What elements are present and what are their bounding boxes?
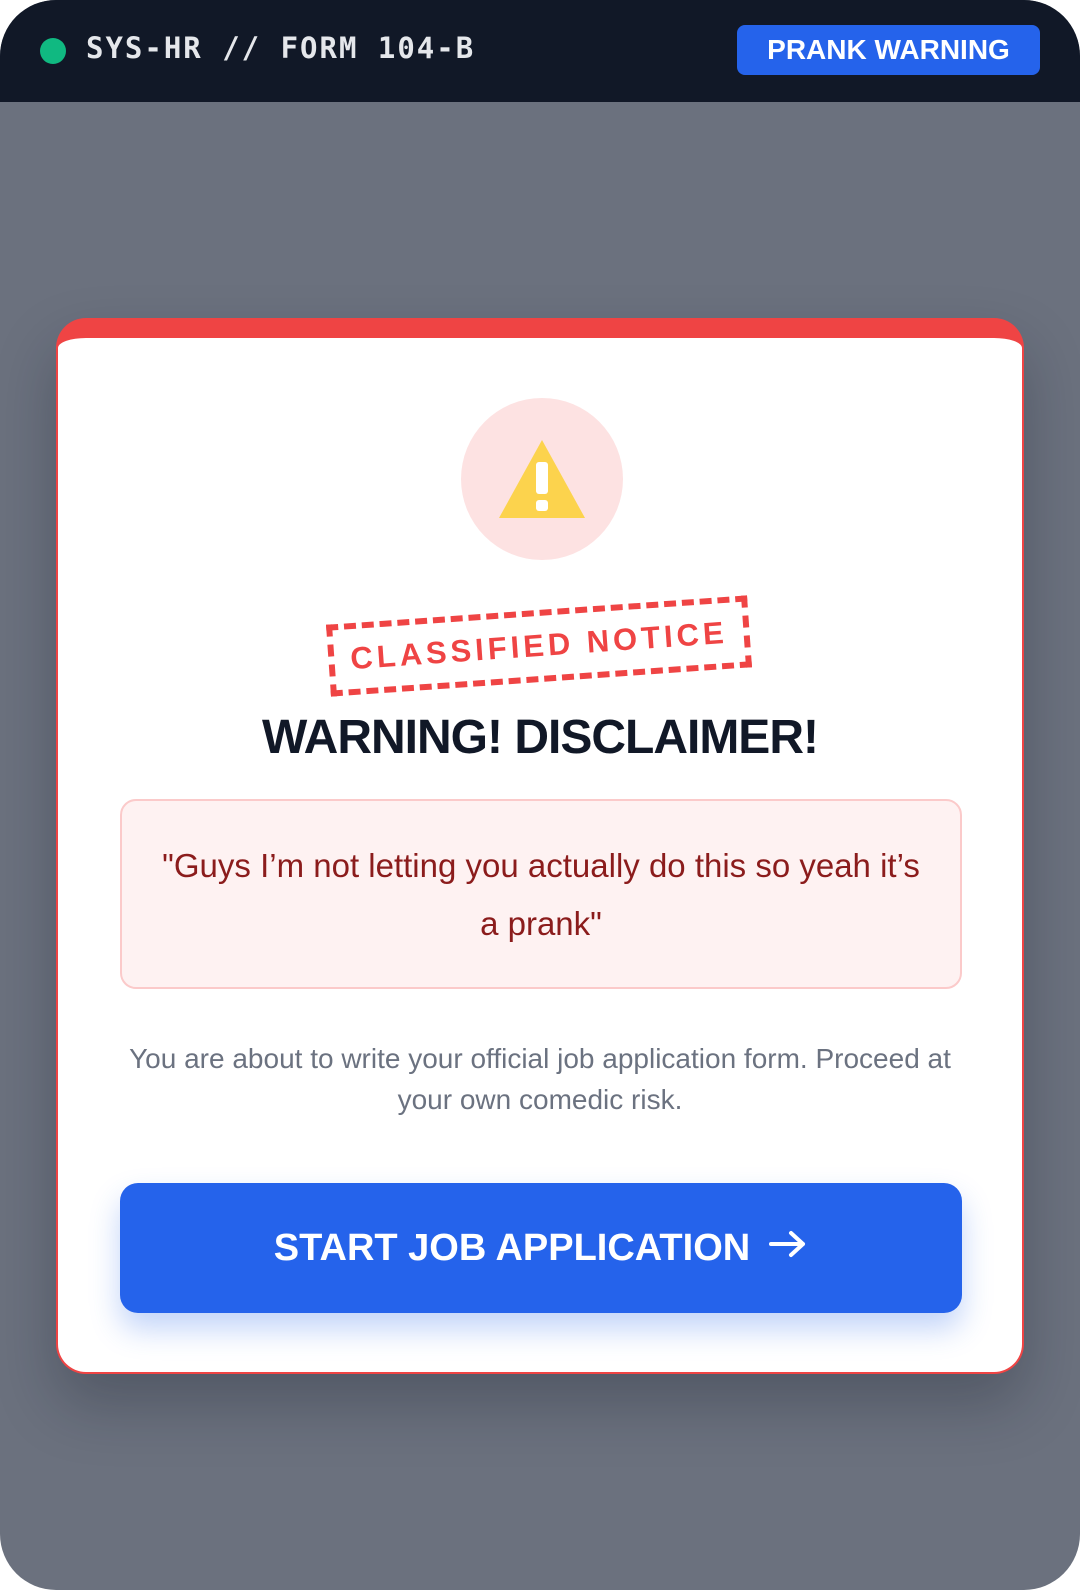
- warning-triangle-icon: [499, 440, 585, 518]
- warning-icon-circle: [461, 398, 623, 560]
- disclaimer-description: You are about to write your official job…: [129, 1043, 951, 1115]
- disclaimer-card: CLASSIFIED NOTICE WARNING! DISCLAIMER! "…: [56, 318, 1024, 1374]
- classified-stamp: CLASSIFIED NOTICE: [326, 595, 752, 697]
- disclaimer-heading: WARNING! DISCLAIMER!: [262, 711, 819, 764]
- device-screen: SYS-HR // FORM 104-B PRANK WARNING CLASS…: [0, 0, 1080, 1590]
- top-bar: SYS-HR // FORM 104-B PRANK WARNING: [0, 0, 1080, 102]
- prank-warning-badge: PRANK WARNING: [737, 25, 1040, 75]
- system-title: SYS-HR // FORM 104-B: [86, 31, 476, 65]
- start-job-application-button[interactable]: START JOB APPLICATION: [120, 1183, 962, 1313]
- prank-quote-text: "Guys I’m not letting you actually do th…: [162, 847, 920, 942]
- start-button-label: START JOB APPLICATION: [273, 1227, 751, 1269]
- prank-quote-box: "Guys I’m not letting you actually do th…: [120, 799, 962, 989]
- status-indicator-dot: [40, 38, 66, 64]
- arrow-right-icon: [768, 1182, 808, 1312]
